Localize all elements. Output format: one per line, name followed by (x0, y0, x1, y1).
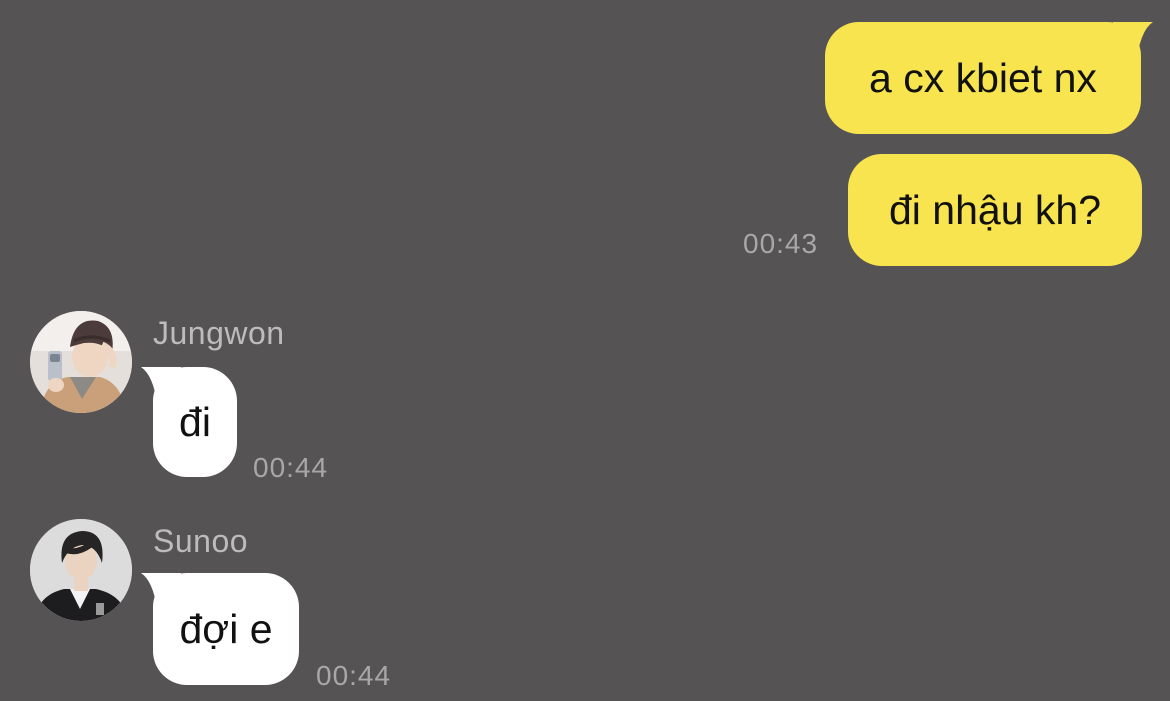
chat-thread[interactable]: a cx kbiet nx đi nhậu kh? 00:43 Jungwon … (0, 0, 1170, 701)
profile-photo-icon (30, 519, 132, 621)
outgoing-message-bubble[interactable]: đi nhậu kh? (848, 154, 1142, 266)
outgoing-message-bubble[interactable]: a cx kbiet nx (825, 22, 1153, 134)
avatar-sunoo[interactable] (30, 519, 132, 621)
bubble-tail-icon (141, 367, 181, 403)
message-text: đi (179, 398, 211, 445)
message-timestamp: 00:44 (253, 452, 329, 483)
message-text: đợi e (179, 605, 273, 652)
incoming-message-bubble[interactable]: đi (141, 367, 237, 477)
sender-name: Sunoo (153, 523, 249, 559)
profile-photo-icon (30, 311, 132, 413)
message-timestamp: 00:44 (316, 660, 392, 691)
message-text: đi nhậu kh? (888, 186, 1101, 233)
avatar-jungwon[interactable] (30, 311, 132, 413)
message-text: a cx kbiet nx (869, 54, 1097, 101)
sender-name: Jungwon (153, 315, 285, 351)
bubble-tail-icon (1113, 22, 1153, 58)
incoming-message-bubble[interactable]: đợi e (141, 573, 299, 685)
message-timestamp: 00:43 (743, 228, 819, 259)
bubble-tail-icon (141, 573, 181, 609)
